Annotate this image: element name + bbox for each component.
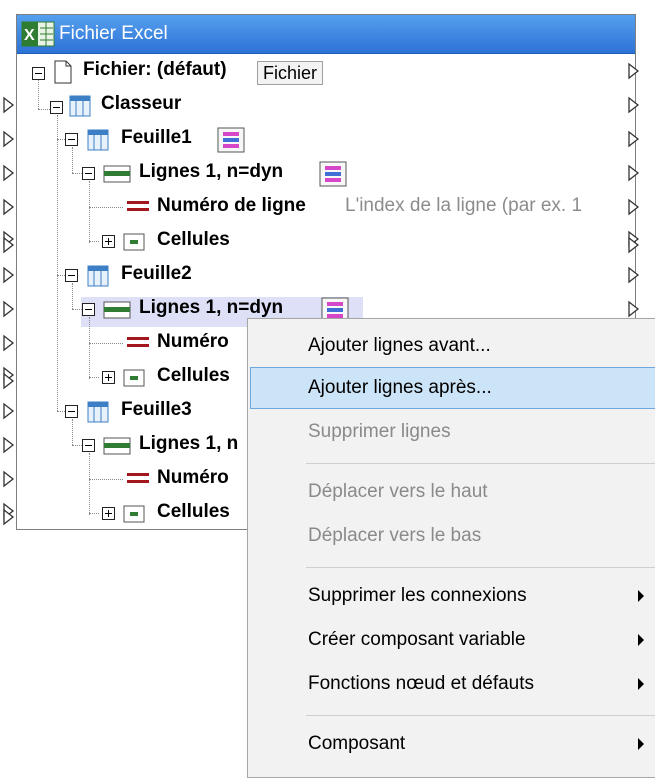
menu-item-create-variable[interactable]: Créer composant variable [250, 619, 655, 661]
menu-separator [306, 463, 655, 464]
menu-item-label: Composant [308, 733, 406, 754]
submenu-arrow-icon [638, 590, 644, 602]
menu-separator [306, 715, 655, 716]
output-connector-icon [628, 164, 640, 182]
input-connector-icon [3, 402, 15, 420]
menu-item-label: Supprimer les connexions [308, 585, 527, 606]
menu-item-label: Ajouter lignes après... [308, 377, 492, 398]
input-connector-icon [3, 334, 15, 352]
output-connector-icon [628, 96, 640, 114]
menu-item-move-up[interactable]: Déplacer vers le haut [250, 471, 655, 513]
input-connectors [3, 96, 15, 526]
menu-item-label: Fonctions nœud et défauts [308, 673, 535, 694]
output-connector-icon [628, 266, 640, 284]
menu-item-label: Ajouter lignes avant... [308, 335, 491, 356]
menu-item-label: Déplacer vers le bas [308, 525, 482, 546]
output-connector-icon [628, 62, 640, 80]
output-connectors [628, 62, 640, 318]
output-connector-icon [628, 300, 640, 318]
menu-item-label: Supprimer lignes [308, 421, 451, 442]
output-connector-icon [628, 198, 640, 216]
input-connector-icon [3, 164, 15, 182]
input-connector-icon [3, 470, 15, 488]
menu-item-node-functions[interactable]: Fonctions nœud et défauts [250, 663, 655, 705]
input-connector-icon [3, 198, 15, 216]
context-menu: Ajouter lignes avant... Ajouter lignes a… [247, 318, 655, 778]
menu-item-label: Créer composant variable [308, 629, 526, 650]
menu-item-move-down[interactable]: Déplacer vers le bas [250, 515, 655, 557]
input-connector-icon [3, 130, 15, 148]
input-connector-icon [3, 96, 15, 114]
menu-item-add-rows-before[interactable]: Ajouter lignes avant... [250, 325, 655, 367]
menu-item-delete-connections[interactable]: Supprimer les connexions [250, 575, 655, 617]
output-connector-icon [628, 130, 640, 148]
menu-item-add-rows-after[interactable]: Ajouter lignes après... [250, 367, 655, 409]
input-connector-icon [3, 266, 15, 284]
menu-item-delete-rows[interactable]: Supprimer lignes [250, 411, 655, 453]
menu-item-component[interactable]: Composant [250, 723, 655, 765]
submenu-arrow-icon [638, 634, 644, 646]
input-connector-icon [3, 436, 15, 454]
menu-item-label: Déplacer vers le haut [308, 481, 488, 502]
input-connector-icon [3, 300, 15, 318]
submenu-arrow-icon [638, 738, 644, 750]
menu-separator [306, 567, 655, 568]
submenu-arrow-icon [638, 678, 644, 690]
